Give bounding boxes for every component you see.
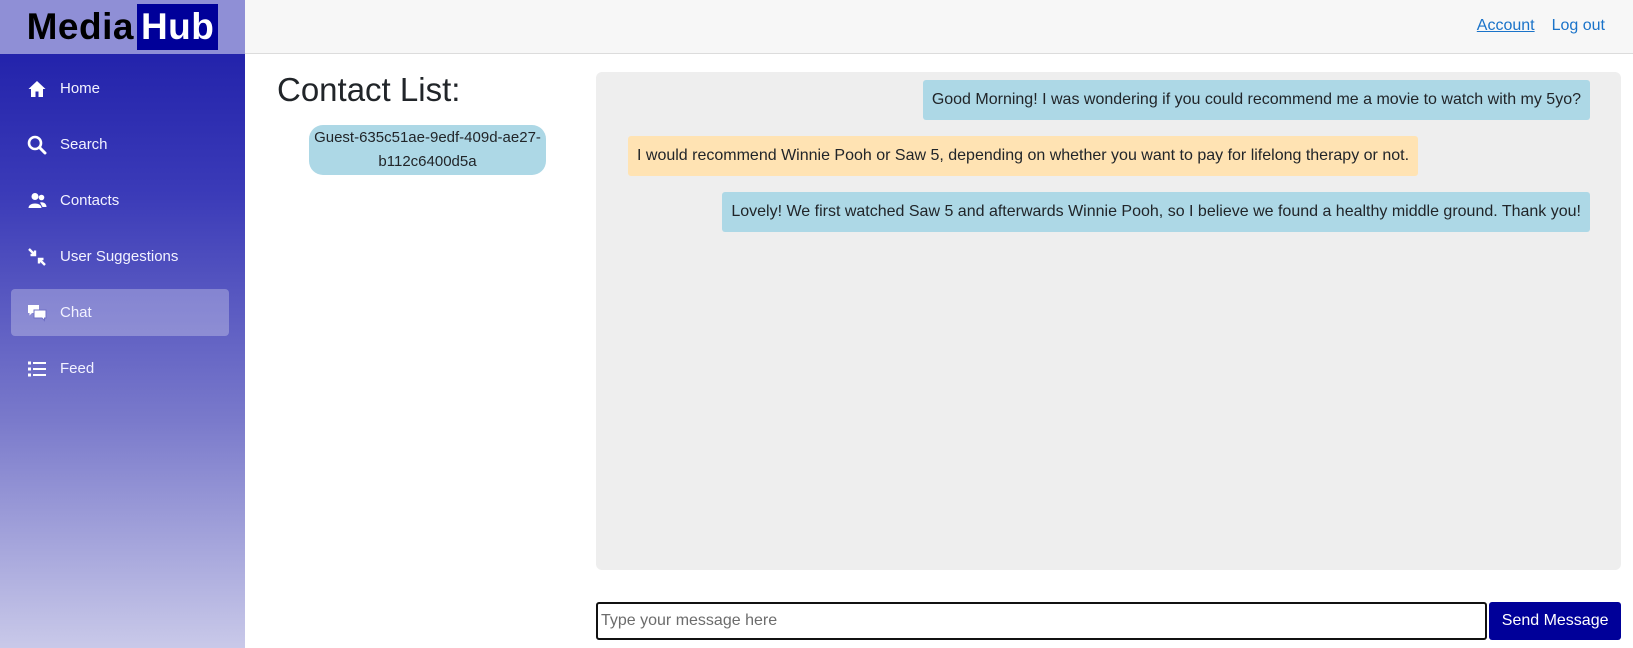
account-links: Account Log out xyxy=(1477,17,1605,35)
chat-messages-panel: Good Morning! I was wondering if you cou… xyxy=(596,72,1621,570)
chat-message-outgoing: Lovely! We first watched Saw 5 and after… xyxy=(722,192,1590,232)
sidebar-item-label: Search xyxy=(60,136,108,153)
sidebar-item-label: Feed xyxy=(60,360,95,377)
send-message-button[interactable]: Send Message xyxy=(1489,602,1621,640)
sidebar-item-label: Home xyxy=(60,80,101,97)
sidebar-item-home[interactable]: Home xyxy=(11,65,229,112)
sidebar-item-feed[interactable]: Feed xyxy=(11,345,229,392)
top-bar: Account Log out xyxy=(245,0,1633,54)
sidebar-item-contacts[interactable]: Contacts xyxy=(11,177,229,224)
chat-icon xyxy=(27,303,47,323)
contact-item[interactable]: Guest-635c51ae-9edf-409d-ae27-b112c6400d… xyxy=(309,125,546,175)
account-link[interactable]: Account xyxy=(1477,17,1535,35)
sidebar-item-label: User Suggestions xyxy=(60,248,179,265)
sidebar-item-search[interactable]: Search xyxy=(11,121,229,168)
sidebar-item-label: Contacts xyxy=(60,192,120,209)
sidebar-item-user-suggestions[interactable]: User Suggestions xyxy=(11,233,229,280)
message-input[interactable] xyxy=(596,602,1488,640)
logo-hub-text: Hub xyxy=(136,4,219,50)
logo-media-text: Media xyxy=(26,6,134,47)
sidebar: Media Hub Home Search Contacts User Sugg… xyxy=(0,0,245,648)
list-icon xyxy=(27,359,47,379)
contact-list-title: Contact List: xyxy=(277,71,461,108)
mediahub-logo[interactable]: Media Hub xyxy=(27,4,219,50)
home-icon xyxy=(27,79,47,99)
message-composer: Send Message xyxy=(596,602,1621,640)
chat-message-outgoing: Good Morning! I was wondering if you cou… xyxy=(922,80,1590,120)
logout-link[interactable]: Log out xyxy=(1552,17,1605,35)
sidebar-nav: Home Search Contacts User Suggestions Ch… xyxy=(11,65,229,401)
search-icon xyxy=(27,135,47,155)
arrows-in-icon xyxy=(27,247,47,267)
sidebar-item-chat[interactable]: Chat xyxy=(11,289,229,336)
logo-area: Media Hub xyxy=(0,0,245,54)
contacts-icon xyxy=(27,191,47,211)
sidebar-item-label: Chat xyxy=(60,304,92,321)
chat-message-incoming: I would recommend Winnie Pooh or Saw 5, … xyxy=(628,136,1419,176)
